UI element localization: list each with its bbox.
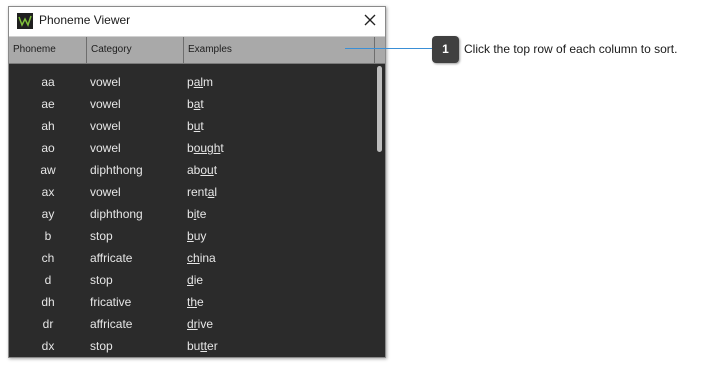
table-row[interactable]: ao vowel bought bbox=[9, 137, 375, 159]
example-text: b bbox=[187, 97, 194, 111]
column-header-phoneme[interactable]: Phoneme bbox=[9, 37, 87, 63]
phoneme-cell: aw bbox=[40, 163, 56, 177]
example-cell: palm bbox=[187, 71, 367, 93]
phoneme-viewer-window: Phoneme Viewer Phoneme Category Examples… bbox=[8, 6, 386, 358]
example-cell: butter bbox=[187, 335, 367, 357]
phoneme-cell: b bbox=[44, 229, 52, 243]
phoneme-cell: ay bbox=[41, 207, 55, 221]
example-cell: bat bbox=[187, 93, 367, 115]
category-cell: diphthong bbox=[90, 207, 143, 221]
example-cell: but bbox=[187, 115, 367, 137]
table-row[interactable]: ah vowel but bbox=[9, 115, 375, 137]
example-text: uy bbox=[193, 229, 207, 243]
phoneme-cell: dx bbox=[41, 339, 55, 353]
category-cell: affricate bbox=[90, 251, 133, 265]
category-cell: affricate bbox=[90, 317, 133, 331]
table-row[interactable]: dx stop butter bbox=[9, 335, 375, 357]
example-highlight: ough bbox=[193, 141, 221, 155]
example-cell: die bbox=[187, 269, 367, 291]
example-cell: bought bbox=[187, 137, 367, 159]
category-cell: vowel bbox=[90, 141, 121, 155]
example-text: ina bbox=[199, 251, 216, 265]
close-icon[interactable] bbox=[363, 13, 377, 27]
table-row[interactable]: dr affricate drive bbox=[9, 313, 375, 335]
example-text: m bbox=[203, 75, 214, 89]
example-highlight: ou bbox=[200, 163, 214, 177]
example-highlight: ch bbox=[187, 251, 200, 265]
example-text: e bbox=[197, 295, 204, 309]
scrollbar-thumb[interactable] bbox=[377, 66, 382, 152]
example-highlight: th bbox=[187, 295, 198, 309]
category-cell: diphthong bbox=[90, 163, 143, 177]
callout-connector-line bbox=[345, 48, 433, 49]
example-text: ie bbox=[193, 273, 204, 287]
example-text: b bbox=[187, 141, 194, 155]
example-text: ive bbox=[197, 317, 214, 331]
example-cell: bite bbox=[187, 203, 367, 225]
example-text: b bbox=[187, 119, 194, 133]
phoneme-cell: ah bbox=[41, 119, 55, 133]
example-text: l bbox=[214, 185, 218, 199]
category-cell: vowel bbox=[90, 119, 121, 133]
example-text: bu bbox=[187, 339, 201, 353]
example-cell: drive bbox=[187, 313, 367, 335]
example-highlight: b bbox=[187, 229, 194, 243]
category-cell: vowel bbox=[90, 97, 121, 111]
phoneme-cell: ae bbox=[41, 97, 55, 111]
table-row[interactable]: aa vowel palm bbox=[9, 71, 375, 93]
table-row[interactable]: dh fricative the bbox=[9, 291, 375, 313]
example-cell: the bbox=[187, 291, 367, 313]
window-title: Phoneme Viewer bbox=[39, 13, 131, 27]
phoneme-cell: dr bbox=[42, 317, 54, 331]
example-text: t bbox=[200, 97, 204, 111]
example-text: p bbox=[187, 75, 194, 89]
example-highlight: al bbox=[193, 75, 204, 89]
column-header-category[interactable]: Category bbox=[87, 37, 184, 63]
example-text: t bbox=[200, 119, 204, 133]
callout-number-badge: 1 bbox=[432, 36, 459, 63]
example-text: b bbox=[187, 207, 194, 221]
phoneme-cell: ax bbox=[41, 185, 55, 199]
table-row[interactable]: aw diphthong about bbox=[9, 159, 375, 181]
example-highlight: dr bbox=[187, 317, 198, 331]
example-highlight: d bbox=[187, 273, 194, 287]
category-cell: stop bbox=[90, 339, 113, 353]
category-cell: stop bbox=[90, 229, 113, 243]
example-cell: china bbox=[187, 247, 367, 269]
phoneme-cell: aa bbox=[41, 75, 55, 89]
phoneme-cell: dh bbox=[41, 295, 55, 309]
example-text: ab bbox=[187, 163, 201, 177]
table-row[interactable]: ae vowel bat bbox=[9, 93, 375, 115]
example-text: er bbox=[207, 339, 218, 353]
phoneme-cell: ch bbox=[41, 251, 55, 265]
phoneme-cell: ao bbox=[41, 141, 55, 155]
table-row[interactable]: ay diphthong bite bbox=[9, 203, 375, 225]
example-cell: about bbox=[187, 159, 367, 181]
table-row[interactable]: ch affricate china bbox=[9, 247, 375, 269]
table-row[interactable]: b stop buy bbox=[9, 225, 375, 247]
category-cell: vowel bbox=[90, 185, 121, 199]
column-header-row: Phoneme Category Examples bbox=[9, 37, 385, 64]
title-bar: Phoneme Viewer bbox=[9, 7, 385, 37]
column-header-examples[interactable]: Examples bbox=[184, 37, 375, 63]
example-cell: rental bbox=[187, 181, 367, 203]
phoneme-cell: d bbox=[44, 273, 52, 287]
phoneme-list[interactable]: aa vowel palm ae vowel bat ah vowel but ao vowel bo… bbox=[9, 64, 385, 357]
table-row[interactable]: ax vowel rental bbox=[9, 181, 375, 203]
example-cell: buy bbox=[187, 225, 367, 247]
category-cell: stop bbox=[90, 273, 113, 287]
vertical-scrollbar[interactable] bbox=[375, 64, 385, 357]
example-text: te bbox=[196, 207, 207, 221]
example-text: t bbox=[213, 163, 218, 177]
example-text: rent bbox=[187, 185, 208, 199]
category-cell: fricative bbox=[90, 295, 132, 309]
example-text: t bbox=[220, 141, 224, 155]
table-row[interactable]: d stop die bbox=[9, 269, 375, 291]
category-cell: vowel bbox=[90, 75, 121, 89]
callout-text: Click the top row of each column to sort… bbox=[464, 42, 678, 56]
waveform-logo-icon bbox=[17, 13, 33, 29]
